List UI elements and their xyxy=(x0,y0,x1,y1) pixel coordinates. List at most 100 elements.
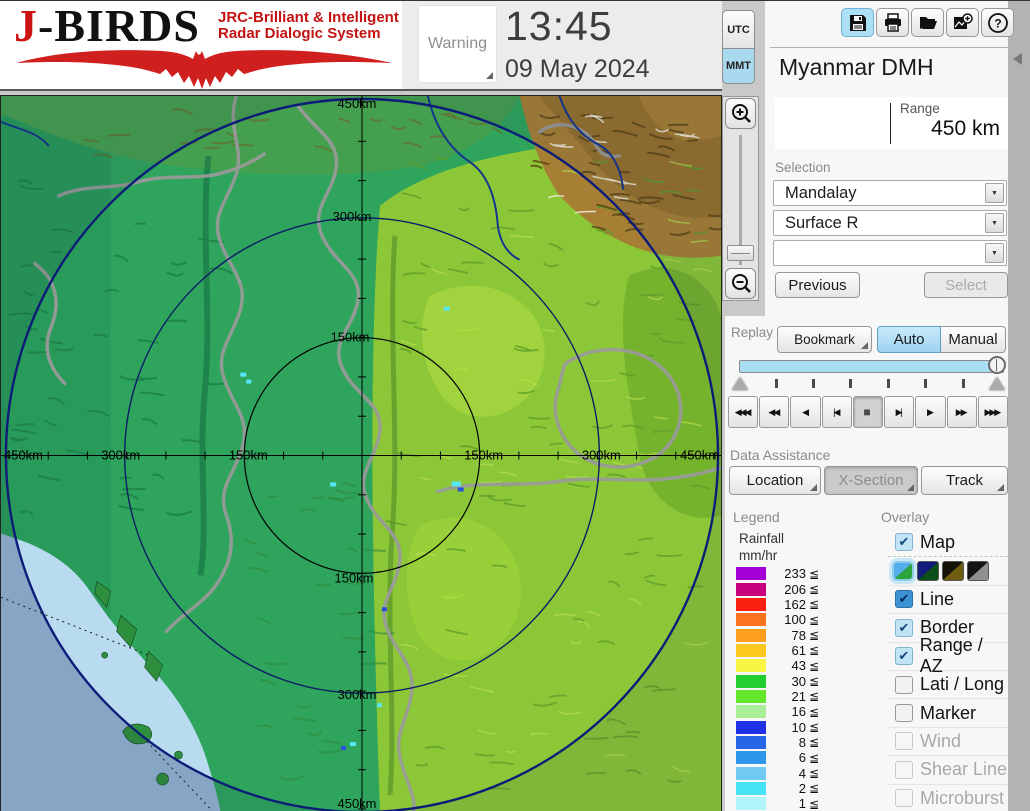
playback-button-4[interactable]: ■ xyxy=(852,396,884,428)
overlay-row-map[interactable]: ✔ Map xyxy=(888,528,1008,556)
legend-lte-symbol: ≦ xyxy=(809,628,820,643)
open-folder-icon xyxy=(919,16,937,29)
legend-lte-symbol: ≦ xyxy=(809,796,820,811)
logo-title-rest: -BIRDS xyxy=(38,0,200,51)
save-button[interactable] xyxy=(841,8,874,37)
legend-value: 61 xyxy=(791,642,806,658)
radar-map[interactable]: 450km 300km 150km 150km 300km 450km 450k… xyxy=(0,94,729,811)
legend-value: 30 xyxy=(791,673,806,689)
legend-row: 10 ≦ xyxy=(736,719,826,735)
timezone-toggle: UTC MMT xyxy=(722,10,755,84)
checkbox[interactable]: ✔ xyxy=(895,533,913,552)
slider-end-marker xyxy=(989,377,1005,390)
replay-slider-thumb[interactable] xyxy=(988,356,1006,374)
checkbox[interactable] xyxy=(895,732,913,751)
add-image-icon xyxy=(953,12,973,29)
slider-tick xyxy=(887,379,890,388)
checkbox[interactable] xyxy=(895,704,913,723)
svg-text:150km: 150km xyxy=(464,447,503,462)
overlay-row-range-az[interactable]: ✔ Range / AZ xyxy=(888,635,1008,676)
checkbox[interactable] xyxy=(895,675,913,694)
checkbox[interactable]: ✔ xyxy=(895,647,913,666)
map-style-blue-green[interactable] xyxy=(892,561,914,582)
svg-text:300km: 300km xyxy=(101,447,140,462)
legend-lte-symbol: ≦ xyxy=(809,582,820,597)
overlay-row-shear-line[interactable]: Shear Line xyxy=(888,755,1008,783)
playback-button-7[interactable]: ▶▶ xyxy=(946,396,977,428)
legend-value: 6 xyxy=(798,750,806,766)
selection-label: Selection xyxy=(775,160,831,175)
checkbox[interactable]: ✔ xyxy=(895,590,913,609)
panel-edge-strip xyxy=(1008,1,1030,811)
legend-lte-symbol: ≦ xyxy=(809,597,820,612)
bookmark-button[interactable]: Bookmark xyxy=(777,326,872,353)
legend-value: 8 xyxy=(798,734,806,750)
legend-row: 78 ≦ xyxy=(736,627,826,643)
chevron-down-icon[interactable]: ▼ xyxy=(985,183,1004,203)
warning-button[interactable]: Warning xyxy=(418,5,497,83)
playback-button-8[interactable]: ▶▶▶ xyxy=(977,396,1008,428)
legend-row: 8 ≦ xyxy=(736,735,826,750)
option-dropdown[interactable]: ▼ xyxy=(773,240,1007,266)
map-style-black-olive[interactable] xyxy=(942,561,964,582)
checkbox[interactable]: ✔ xyxy=(895,618,913,637)
playback-button-5[interactable]: ▶| xyxy=(884,396,915,428)
help-button[interactable]: ? xyxy=(981,8,1014,37)
legend-row: 233 ≦ xyxy=(736,566,826,581)
site-dropdown[interactable]: Mandalay ▼ xyxy=(773,180,1007,206)
legend-swatch xyxy=(736,797,766,811)
replay-slider-track[interactable] xyxy=(739,360,1004,373)
legend-title: Rainfall xyxy=(739,531,785,546)
utc-button[interactable]: UTC xyxy=(722,10,755,49)
overlay-list: ✔ Map ✔ Line ✔ Border ✔ Range / AZ Lati / Long Ma… xyxy=(888,528,1008,811)
da-button-track[interactable]: Track xyxy=(921,466,1008,495)
mmt-button[interactable]: MMT xyxy=(722,49,755,84)
da-button-x-section[interactable]: X-Section xyxy=(824,466,918,495)
zoom-slider-thumb[interactable] xyxy=(727,245,754,261)
overlay-row-microburst[interactable]: Microburst xyxy=(888,783,1008,811)
save-icon xyxy=(849,14,866,31)
checkbox[interactable] xyxy=(895,760,913,779)
legend-value: 4 xyxy=(798,765,806,781)
zoom-out-icon xyxy=(731,273,751,293)
playback-button-2[interactable]: ◀ xyxy=(790,396,821,428)
open-folder-button[interactable] xyxy=(911,8,944,37)
overlay-row-lati-long[interactable]: Lati / Long xyxy=(888,669,1008,698)
previous-button[interactable]: Previous xyxy=(775,272,860,298)
da-button-location[interactable]: Location xyxy=(729,466,821,495)
select-button[interactable]: Select xyxy=(924,272,1008,298)
legend-value: 78 xyxy=(791,627,806,643)
map-style-black-gray[interactable] xyxy=(967,561,989,582)
auto-button[interactable]: Auto xyxy=(877,326,941,353)
chevron-down-icon[interactable]: ▼ xyxy=(985,213,1004,233)
svg-text:150km: 150km xyxy=(335,570,374,585)
product-dropdown[interactable]: Surface R ▼ xyxy=(773,210,1007,236)
playback-button-6[interactable]: ▶ xyxy=(915,396,946,428)
legend-lte-symbol: ≦ xyxy=(809,658,820,673)
zoom-in-button[interactable] xyxy=(725,98,756,129)
add-image-button[interactable] xyxy=(946,8,979,37)
legend-lte-symbol: ≦ xyxy=(809,612,820,627)
overlay-label: Overlay xyxy=(881,509,930,525)
playback-button-1[interactable]: ◀◀ xyxy=(759,396,790,428)
zoom-out-button[interactable] xyxy=(725,268,756,299)
manual-button[interactable]: Manual xyxy=(941,326,1006,353)
overlay-row-marker[interactable]: Marker xyxy=(888,698,1008,726)
print-icon xyxy=(884,12,901,32)
map-style-navy-darkgreen[interactable] xyxy=(917,561,939,582)
playback-button-3[interactable]: |◀ xyxy=(821,396,852,428)
checkbox[interactable] xyxy=(895,789,913,808)
station-title: Myanmar DMH xyxy=(779,54,934,80)
chevron-down-icon[interactable]: ▼ xyxy=(985,243,1004,263)
legend-row: 4 ≦ xyxy=(736,765,826,781)
legend-row: 61 ≦ xyxy=(736,643,826,658)
legend-value: 162 xyxy=(784,596,806,612)
print-button[interactable] xyxy=(876,8,909,37)
legend-lte-symbol: ≦ xyxy=(809,674,820,689)
slider-tick xyxy=(849,379,852,388)
overlay-row-wind[interactable]: Wind xyxy=(888,726,1008,755)
overlay-item-label: Microburst xyxy=(920,787,1005,808)
overlay-row-line[interactable]: ✔ Line xyxy=(888,584,1008,613)
playback-button-0[interactable]: ◀◀◀ xyxy=(728,396,759,428)
collapse-panel-arrow-icon[interactable] xyxy=(1013,53,1022,65)
